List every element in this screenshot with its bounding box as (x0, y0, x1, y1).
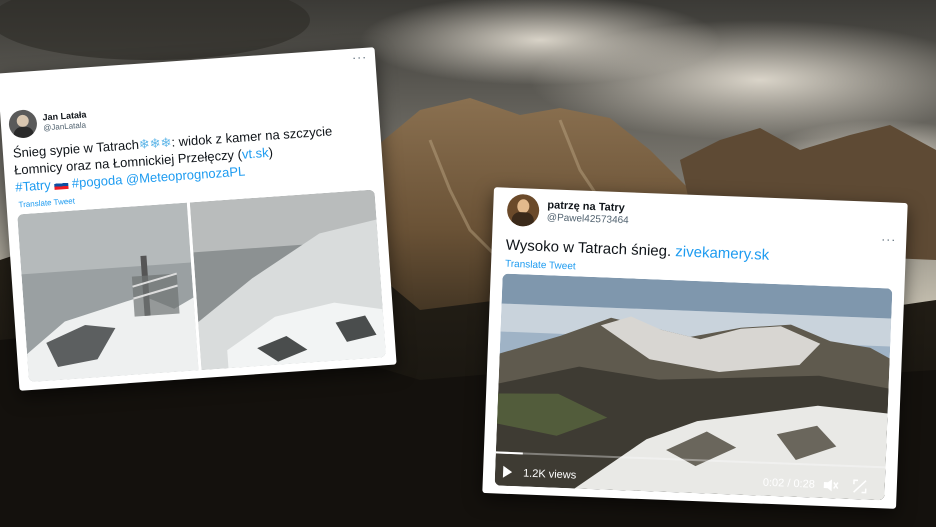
tweet-link[interactable]: zivekamery.sk (675, 243, 769, 264)
video-progress-fill (495, 451, 524, 455)
tweet-media-grid[interactable] (17, 189, 387, 383)
translate-tweet-link[interactable]: Translate Tweet (505, 259, 576, 273)
translate-tweet-link[interactable]: Translate Tweet (18, 196, 75, 209)
summit-camera-image[interactable] (17, 189, 387, 383)
avatar[interactable] (8, 108, 38, 139)
play-icon[interactable] (502, 465, 513, 479)
tweet-video[interactable]: 1.2K views 0:02 / 0:28 (494, 273, 893, 501)
tweet-text-part: Wysoko w Tatrach śnieg. (505, 236, 676, 261)
fullscreen-icon[interactable] (853, 479, 868, 494)
user-handle[interactable]: @Pawel42573464 (547, 212, 629, 227)
tweet-header: patrzę na Tatry @Pawel42573464 (506, 193, 630, 231)
hashtag-tatry[interactable]: #Tatry (15, 177, 51, 194)
snowflake-icon: ❄❄❄ (138, 134, 173, 152)
tweet-card-jan-latala[interactable]: Jan Latała @JanLatala ··· Śnieg sypie w … (0, 47, 397, 391)
tweet-text-part: ) (268, 144, 274, 160)
video-views: 1.2K views (522, 467, 577, 482)
video-time: 0:02 / 0:28 (762, 476, 816, 491)
tweet-link[interactable]: vt.sk (241, 145, 269, 162)
more-options-icon[interactable]: ··· (352, 50, 368, 65)
more-options-icon[interactable]: ··· (881, 232, 897, 247)
mute-icon[interactable] (823, 478, 840, 493)
avatar[interactable] (506, 193, 540, 227)
hashtag-pogoda[interactable]: #pogoda (71, 172, 123, 190)
tweet-card-patrze-na-tatry[interactable]: patrzę na Tatry @Pawel42573464 ··· Wysok… (482, 187, 908, 509)
slovakia-flag-icon (54, 179, 69, 190)
tweet-header: Jan Latała @JanLatala (8, 105, 88, 139)
